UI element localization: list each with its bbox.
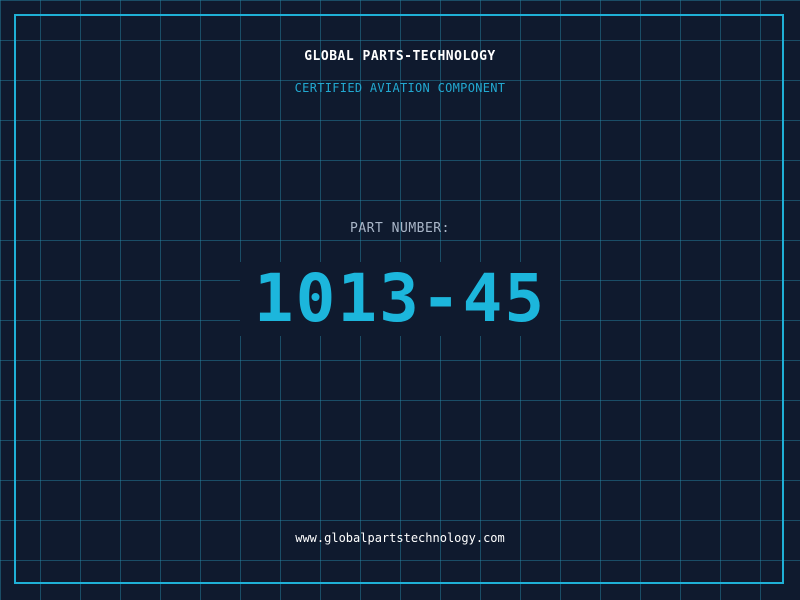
company-name: GLOBAL PARTS-TECHNOLOGY: [304, 49, 496, 64]
certification-subtitle: CERTIFIED AVIATION COMPONENT: [294, 81, 506, 95]
part-number-label: PART NUMBER:: [350, 221, 450, 236]
label-canvas: GLOBAL PARTS-TECHNOLOGY CERTIFIED AVIATI…: [0, 0, 800, 600]
part-number-value: 1013-45: [253, 260, 547, 337]
part-number-panel: 1013-45: [240, 262, 560, 336]
website-url: www.globalpartstechnology.com: [295, 531, 505, 545]
